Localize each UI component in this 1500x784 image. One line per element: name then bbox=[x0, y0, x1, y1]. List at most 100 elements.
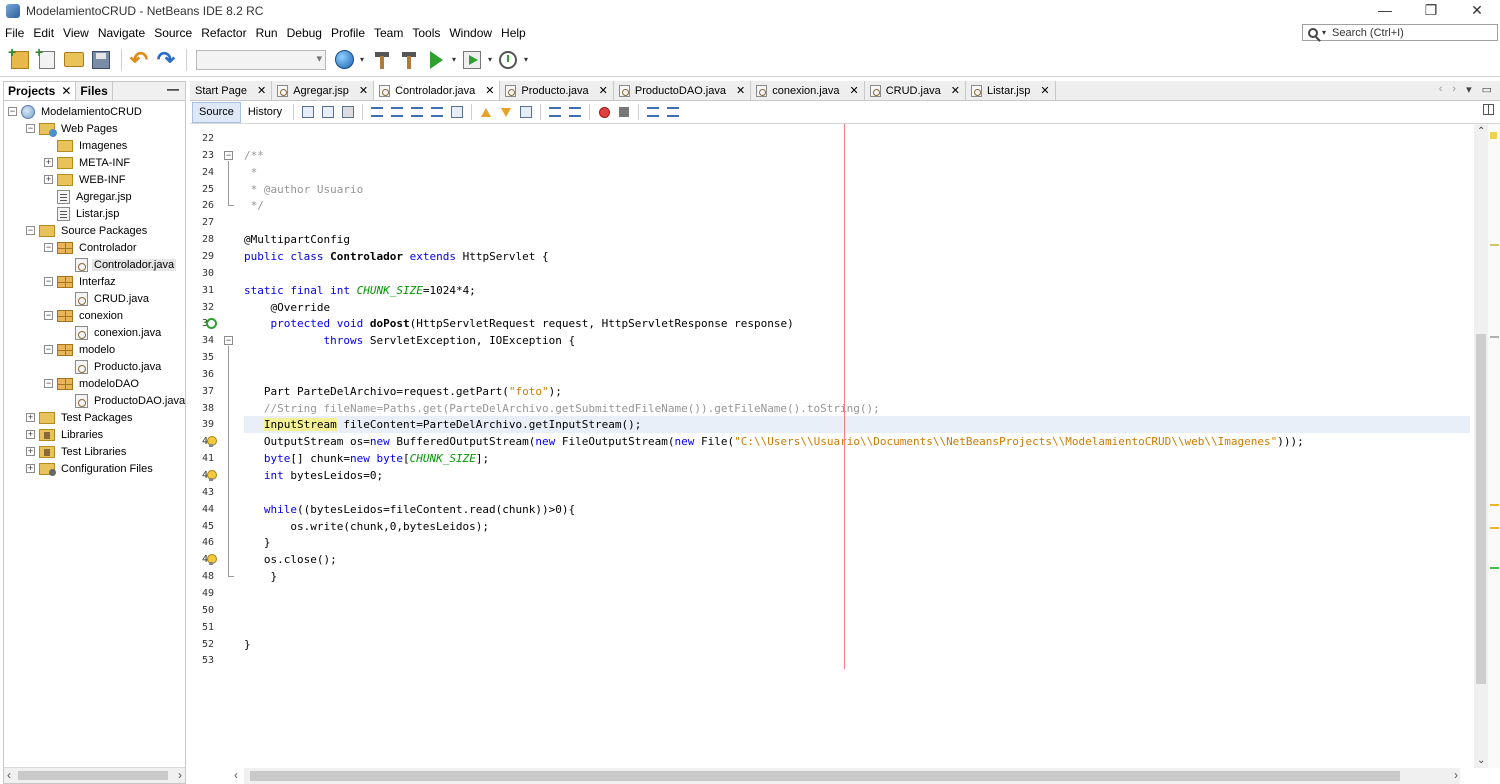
scroll-left-icon[interactable]: ‹ bbox=[7, 768, 11, 782]
menu-file[interactable]: File bbox=[0, 26, 28, 40]
error-stripe-mark[interactable] bbox=[1490, 504, 1499, 506]
tree-item[interactable]: Imagenes bbox=[44, 137, 129, 154]
menu-navigate[interactable]: Navigate bbox=[93, 26, 149, 40]
new-project-button[interactable] bbox=[8, 44, 32, 72]
scroll-down-icon[interactable]: ⌄ bbox=[1477, 755, 1485, 766]
expand-icon[interactable]: + bbox=[26, 464, 35, 473]
code-line[interactable]: byte[] chunk=new byte[CHUNK_SIZE]; bbox=[244, 450, 489, 467]
collapse-icon[interactable]: − bbox=[26, 124, 35, 133]
tab-list-dropdown-icon[interactable]: ▾ bbox=[1466, 83, 1472, 96]
code-line[interactable]: public class Controlador extends HttpSer… bbox=[244, 248, 549, 265]
tree-item[interactable]: conexion.java bbox=[62, 324, 163, 341]
scrollbar-thumb[interactable] bbox=[1476, 334, 1486, 684]
code-line[interactable]: static final int CHUNK_SIZE=1024*4; bbox=[244, 282, 476, 299]
run-config-select[interactable] bbox=[196, 49, 326, 70]
minimize-panel-button[interactable]: — bbox=[167, 82, 179, 100]
code-line[interactable]: protected void doPost(HttpServletRequest… bbox=[244, 315, 794, 332]
collapse-icon[interactable]: − bbox=[44, 243, 53, 252]
override-icon[interactable] bbox=[206, 318, 217, 330]
run-button[interactable] bbox=[424, 48, 448, 72]
scrollbar-thumb[interactable] bbox=[250, 771, 1400, 781]
code-line[interactable]: int bytesLeidos=0; bbox=[244, 467, 383, 484]
find-selection-button[interactable] bbox=[369, 105, 385, 119]
debug-button[interactable] bbox=[460, 48, 484, 72]
code-line[interactable]: OutputStream os=new BufferedOutputStream… bbox=[244, 433, 1304, 450]
code-line[interactable]: */ bbox=[244, 197, 264, 214]
editor-tab[interactable]: Start Page ✕ bbox=[190, 81, 273, 100]
editor-vertical-scrollbar[interactable]: ⌃ ⌄ bbox=[1474, 124, 1488, 768]
tree-item[interactable]: Producto.java bbox=[62, 358, 163, 375]
last-edit-button[interactable] bbox=[300, 105, 316, 119]
editor-tab[interactable]: conexion.java ✕ bbox=[751, 81, 865, 100]
build-button[interactable] bbox=[370, 48, 394, 72]
expand-icon[interactable]: + bbox=[26, 430, 35, 439]
toggle-rect-selection-button[interactable] bbox=[449, 105, 465, 119]
menu-run[interactable]: Run bbox=[251, 26, 282, 40]
tree-item[interactable]: − Web Pages bbox=[26, 120, 120, 137]
start-macro-button[interactable] bbox=[596, 105, 612, 119]
back-button[interactable] bbox=[320, 105, 336, 119]
tree-item[interactable]: Listar.jsp bbox=[44, 205, 121, 222]
close-tab-icon[interactable]: ✕ bbox=[850, 84, 859, 97]
toggle-bookmark-button[interactable] bbox=[518, 105, 534, 119]
editor-tab[interactable]: Producto.java ✕ bbox=[500, 81, 614, 100]
code-line[interactable]: * bbox=[244, 164, 258, 181]
expand-icon[interactable]: + bbox=[26, 413, 35, 422]
undo-button[interactable]: ↶ bbox=[127, 48, 151, 72]
history-view-tab[interactable]: History bbox=[241, 102, 289, 123]
profile-dropdown-icon[interactable]: ▾ bbox=[524, 55, 528, 64]
code-line[interactable]: while((bytesLeidos=fileContent.read(chun… bbox=[244, 501, 575, 518]
editor-tab[interactable]: Controlador.java ✕ bbox=[374, 81, 501, 100]
code-line[interactable]: } bbox=[244, 636, 251, 653]
collapse-icon[interactable]: − bbox=[44, 277, 53, 286]
close-window-button[interactable]: ✕ bbox=[1454, 0, 1500, 22]
close-tab-icon[interactable]: ✕ bbox=[736, 84, 745, 97]
tree-item[interactable]: Agregar.jsp bbox=[44, 188, 134, 205]
hint-bulb-icon[interactable] bbox=[206, 554, 217, 566]
forward-button[interactable] bbox=[340, 105, 356, 119]
close-tab-icon[interactable]: ✕ bbox=[599, 84, 608, 97]
hint-bulb-icon[interactable] bbox=[206, 436, 217, 448]
line-number-gutter[interactable]: 2223242526272829303132333435363738394041… bbox=[190, 124, 240, 768]
tree-item[interactable]: − conexion bbox=[44, 307, 125, 324]
code-line[interactable]: Part ParteDelArchivo=request.getPart("fo… bbox=[244, 383, 562, 400]
previous-bookmark-button[interactable] bbox=[478, 105, 494, 119]
tree-item[interactable]: + META-INF bbox=[44, 154, 132, 171]
editor-tab[interactable]: Agregar.jsp ✕ bbox=[272, 81, 375, 100]
tree-item[interactable]: + Test Packages bbox=[26, 409, 135, 426]
scroll-left-icon[interactable]: ‹ bbox=[234, 768, 238, 782]
hint-bulb-icon[interactable] bbox=[206, 470, 217, 482]
code-line[interactable]: } bbox=[244, 568, 277, 585]
source-view-tab[interactable]: Source bbox=[192, 101, 241, 123]
search-input[interactable]: ▾ Search (Ctrl+I) bbox=[1302, 24, 1498, 41]
split-editor-icon[interactable] bbox=[1483, 104, 1494, 115]
error-stripe-mark[interactable] bbox=[1490, 336, 1499, 338]
collapse-icon[interactable]: − bbox=[26, 226, 35, 235]
expand-icon[interactable]: + bbox=[44, 175, 53, 184]
scroll-right-icon[interactable]: › bbox=[1454, 768, 1458, 782]
profile-button[interactable] bbox=[496, 48, 520, 72]
scrollbar-thumb[interactable] bbox=[18, 771, 168, 780]
file-status-icon[interactable] bbox=[1490, 132, 1497, 139]
fold-collapse-icon[interactable]: − bbox=[224, 150, 233, 160]
tree-item[interactable]: − modelo bbox=[44, 341, 117, 358]
tree-item[interactable]: + Configuration Files bbox=[26, 460, 155, 477]
shift-left-button[interactable] bbox=[547, 105, 563, 119]
menu-refactor[interactable]: Refactor bbox=[196, 26, 250, 40]
toggle-highlight-button[interactable] bbox=[429, 105, 445, 119]
code-line[interactable]: os.write(chunk,0,bytesLeidos); bbox=[244, 518, 489, 535]
scroll-right-icon[interactable]: › bbox=[178, 768, 182, 782]
collapse-icon[interactable]: − bbox=[44, 379, 53, 388]
code-line[interactable]: @Override bbox=[244, 299, 330, 316]
code-area[interactable]: /** * * @author Usuario */ @MultipartConf… bbox=[244, 124, 1470, 768]
code-editor[interactable]: 2223242526272829303132333435363738394041… bbox=[190, 124, 1500, 768]
expand-icon[interactable]: + bbox=[44, 158, 53, 167]
editor-tab[interactable]: CRUD.java ✕ bbox=[864, 81, 966, 100]
close-tab-icon[interactable]: ✕ bbox=[1040, 84, 1049, 97]
tab-files[interactable]: Files bbox=[76, 82, 113, 100]
error-stripe-mark[interactable] bbox=[1490, 527, 1499, 529]
code-line[interactable]: * @author Usuario bbox=[244, 181, 364, 198]
tree-item[interactable]: + WEB-INF bbox=[44, 171, 127, 188]
menu-tools[interactable]: Tools bbox=[407, 26, 444, 40]
tree-item[interactable]: ProductoDAO.java bbox=[62, 392, 187, 409]
